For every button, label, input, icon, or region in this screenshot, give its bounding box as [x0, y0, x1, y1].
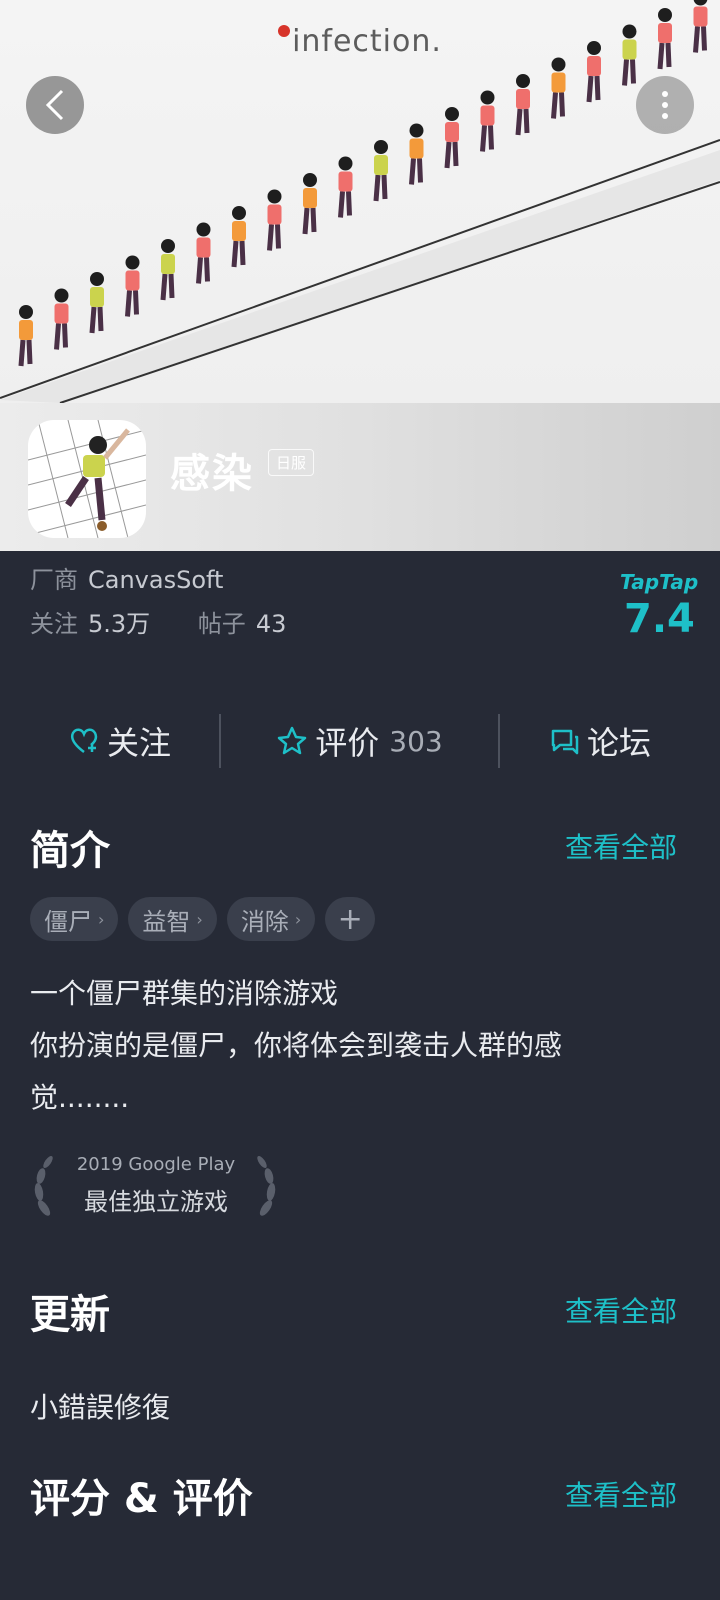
walker-figure: [18, 305, 33, 367]
app-header: 感染 日服: [0, 403, 720, 551]
banner-image: infection.: [0, 0, 720, 403]
vendor-label: 厂商: [30, 566, 78, 594]
walker-figure: [54, 288, 69, 350]
walker-figure: [373, 140, 388, 202]
walker-figure: [551, 57, 566, 119]
follow-button[interactable]: 关注: [0, 718, 240, 764]
walker-figure: [267, 189, 282, 251]
update-title: 更新: [30, 1292, 110, 1338]
tag-zombie[interactable]: 僵尸 ›: [30, 897, 119, 941]
forum-button[interactable]: 论坛: [480, 718, 720, 764]
game-logo: infection.: [0, 24, 720, 59]
app-detail-page: infection. 感染 日服 厂商 CanvasSoft 关注 5.3万 帖…: [0, 0, 720, 1600]
vendor-row: 厂商 CanvasSoft: [30, 560, 223, 595]
ratings-see-all-link[interactable]: 查看全部: [565, 1474, 677, 1514]
walker-figure: [231, 206, 246, 268]
intro-title: 简介: [30, 828, 110, 874]
divider: [219, 714, 221, 768]
region-badge: 日服: [268, 449, 315, 476]
back-button[interactable]: [26, 76, 84, 134]
app-title: 感染: [170, 451, 254, 497]
walker-figure: [160, 239, 175, 301]
award-badge: 2019 Google Play 最佳独立游戏: [34, 1150, 286, 1226]
follow-label: 关注: [106, 724, 171, 762]
update-notes: 小錯誤修復: [30, 1391, 171, 1424]
walker-figure: [196, 222, 211, 284]
walker-figure: [515, 74, 530, 136]
app-icon: [28, 420, 146, 538]
walker-figure: [125, 255, 140, 317]
more-button[interactable]: [636, 76, 694, 134]
mushroom-icon: [278, 25, 291, 37]
review-count: 303: [389, 724, 443, 758]
walker-figure: [444, 107, 459, 169]
tag-list: 僵尸 › 益智 › 消除 › +: [30, 897, 376, 941]
rating-score[interactable]: 7.4: [624, 596, 695, 642]
tag-puzzle[interactable]: 益智 ›: [128, 897, 217, 941]
tag-match[interactable]: 消除 ›: [226, 897, 316, 941]
walker-figure: [409, 123, 424, 185]
follow-count-label: 关注: [30, 610, 78, 638]
heart-plus-icon: [70, 728, 98, 753]
posts-count: 43: [255, 610, 287, 638]
banner-illustration: [0, 0, 720, 403]
add-tag-button[interactable]: +: [325, 897, 376, 941]
action-bar: 关注 评价 303 论坛: [0, 712, 720, 770]
walker-figure: [338, 156, 353, 218]
intro-line: 你扮演的是僵尸，你将体会到袭击人群的感: [30, 1029, 563, 1062]
stats-row: 关注 5.3万 帖子 43: [30, 604, 286, 639]
intro-line: 一个僵尸群集的消除游戏: [30, 977, 339, 1010]
intro-description[interactable]: 一个僵尸群集的消除游戏 你扮演的是僵尸，你将体会到袭击人群的感 觉.......…: [30, 968, 670, 1124]
review-label: 评价: [315, 724, 380, 762]
chat-icon: [551, 729, 579, 755]
divider: [498, 714, 500, 768]
more-icon: [662, 91, 668, 119]
award-name: 最佳独立游戏: [84, 1188, 228, 1216]
star-icon: [278, 726, 307, 755]
walker-figure: [302, 173, 317, 235]
review-button[interactable]: 评价 303: [240, 718, 480, 764]
chevron-left-icon: [45, 89, 64, 121]
ratings-title: 评分 & 评价: [30, 1476, 253, 1522]
walker-figure: [480, 90, 495, 152]
follow-count: 5.3万: [88, 610, 151, 638]
vendor-link[interactable]: CanvasSoft: [88, 566, 223, 594]
award-source: 2019 Google Play: [76, 1154, 236, 1175]
rating-brand: TapTap: [620, 570, 699, 594]
forum-label: 论坛: [586, 724, 651, 762]
update-see-all-link[interactable]: 查看全部: [565, 1290, 677, 1330]
posts-label: 帖子: [197, 610, 246, 638]
walker-figure: [89, 272, 104, 334]
intro-see-all-link[interactable]: 查看全部: [565, 826, 677, 866]
intro-line: 觉........: [30, 1081, 130, 1114]
